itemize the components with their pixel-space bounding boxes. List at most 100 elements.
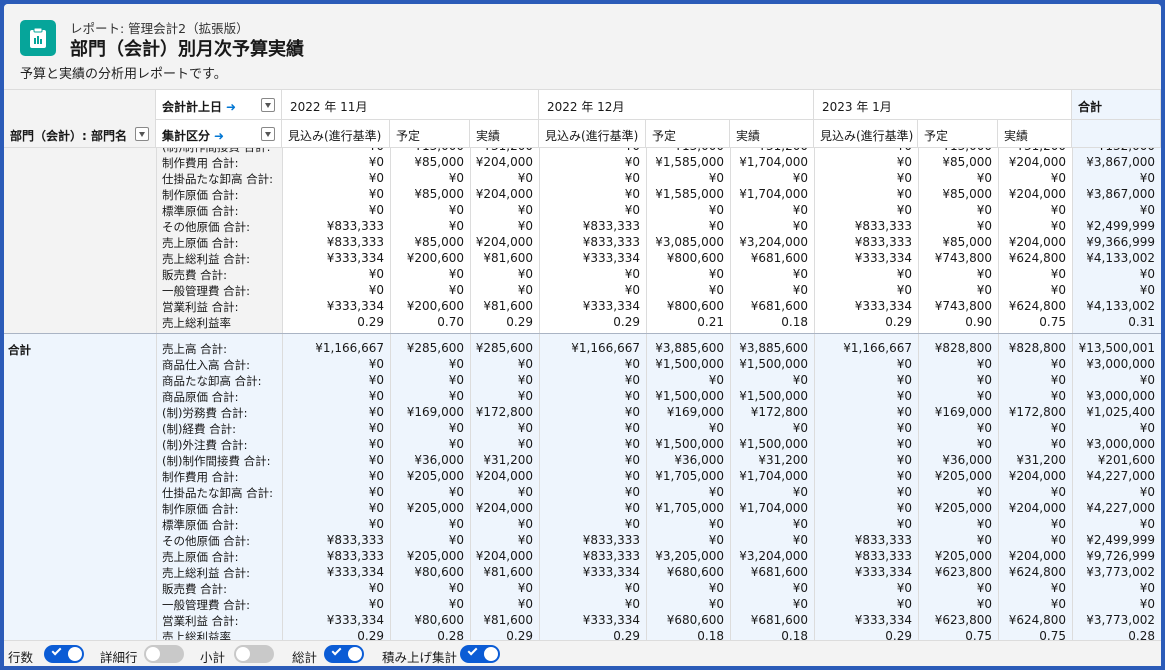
value-cell: ¥204,000	[475, 235, 533, 249]
value-cell: ¥0	[792, 171, 808, 185]
arrow-right-icon[interactable]: ➜	[226, 100, 236, 114]
value-cell: ¥0	[708, 597, 724, 611]
total-metric-header	[1072, 120, 1161, 148]
row-label: 売上原価 合計:	[162, 236, 239, 250]
toggle-switch[interactable]	[234, 645, 274, 663]
value-cell: ¥0	[448, 389, 464, 403]
table-row: 商品仕入高 合計: ¥0 ¥0 ¥0 ¥0 ¥1,500,000 ¥1,500,000 ¥0 ¥…	[4, 356, 1161, 372]
value-cell: ¥0	[708, 581, 724, 595]
metric-header-7[interactable]: 見込み(進行基準)	[814, 120, 918, 148]
value-cell: ¥0	[708, 219, 724, 233]
value-cell: ¥0	[624, 437, 640, 451]
toggle-knob	[348, 647, 362, 661]
value-cell: ¥31,200	[998, 148, 1066, 153]
value-cell: ¥1,500,000	[739, 437, 808, 451]
corner-header	[4, 90, 156, 120]
toggle-knob	[236, 647, 250, 661]
value-cell: ¥0	[368, 171, 384, 185]
value-cell: ¥3,000,000	[1086, 437, 1155, 451]
value-cell: ¥0	[976, 581, 992, 595]
value-cell: ¥0	[1139, 283, 1155, 297]
metric-header-6[interactable]: 実績	[730, 120, 814, 148]
value-cell: ¥3,000,000	[1086, 357, 1155, 371]
value-cell: ¥0	[368, 405, 384, 419]
value-cell: ¥0	[1050, 219, 1066, 233]
row-field-header[interactable]: 部門（会計）: 部門名	[4, 120, 156, 148]
table-row: 販売費 合計: ¥0 ¥0 ¥0 ¥0 ¥0 ¥0 ¥0 ¥0 ¥0 ¥0	[4, 580, 1161, 596]
row-label: 制作費用 合計:	[162, 470, 239, 484]
value-cell: 0.18	[697, 629, 724, 640]
table-row: 売上総利益 合計: ¥333,334 ¥80,600 ¥81,600 ¥333,334 ¥…	[4, 564, 1161, 580]
value-cell: ¥0	[624, 517, 640, 531]
value-cell: ¥3,773,002	[1086, 613, 1155, 627]
value-cell: ¥0	[1139, 267, 1155, 281]
value-cell: ¥0	[517, 485, 533, 499]
value-cell: ¥624,800	[1008, 251, 1066, 265]
metric-header-3[interactable]: 実績	[470, 120, 539, 148]
value-cell: ¥0	[1050, 283, 1066, 297]
table-row: (制)制作間接費 合計: ¥0 ¥36,000 ¥31,200 ¥0 ¥36,000 ¥31…	[4, 452, 1161, 468]
metric-header-1[interactable]: 見込み(進行基準)	[282, 120, 390, 148]
value-cell: ¥0	[792, 517, 808, 531]
sub-field-label: 集計区分	[162, 129, 211, 143]
table-row: 商品たな卸高 合計: ¥0 ¥0 ¥0 ¥0 ¥0 ¥0 ¥0 ¥0 ¥0 ¥0	[4, 372, 1161, 388]
value-cell: ¥333,334	[854, 251, 912, 265]
value-cell: ¥81,600	[483, 299, 533, 313]
value-cell: ¥0	[976, 373, 992, 387]
value-cell: ¥0	[1050, 597, 1066, 611]
value-cell: ¥333,334	[326, 251, 384, 265]
toggle-switch[interactable]	[44, 645, 84, 663]
page-title: 部門（会計）別月次予算実績	[70, 39, 304, 60]
col-field-header[interactable]: 会計計上日 ➜	[156, 90, 282, 120]
table-row: その他原価 合計: ¥833,333 ¥0 ¥0 ¥833,333 ¥0 ¥0 ¥833,33…	[4, 218, 1161, 234]
table-row: 制作原価 合計: ¥0 ¥85,000 ¥204,000 ¥0 ¥1,585,000 ¥1,…	[4, 186, 1161, 202]
value-cell: ¥13,500,001	[1078, 341, 1155, 355]
matrix-report-grid: 会計計上日 ➜ 2022 年 11月 2022 年 12月 2023 年 1月 合…	[4, 90, 1161, 640]
toggle-label: 詳細行	[100, 650, 138, 665]
value-cell: ¥680,600	[666, 613, 724, 627]
value-cell: ¥204,000	[1008, 235, 1066, 249]
sub-field-header[interactable]: 集計区分 ➜	[156, 120, 282, 148]
value-cell: ¥0	[517, 283, 533, 297]
metric-header-2[interactable]: 予定	[390, 120, 470, 148]
value-cell: ¥623,800	[934, 565, 992, 579]
group-section: (制)制作間接費 合計:¥0¥13,000¥31,200¥0¥13,000¥31…	[4, 148, 1161, 334]
table-row: 売上総利益 合計: ¥333,334 ¥200,600 ¥81,600 ¥333,334…	[4, 250, 1161, 266]
value-cell: ¥0	[368, 597, 384, 611]
toggle-switch[interactable]	[460, 645, 500, 663]
value-cell: ¥132,000	[1072, 148, 1155, 153]
column-menu-icon[interactable]	[135, 127, 149, 141]
metric-header-9[interactable]: 実績	[998, 120, 1072, 148]
table-row: 仕掛品たな卸高 合計: ¥0 ¥0 ¥0 ¥0 ¥0 ¥0 ¥0 ¥0 ¥0 ¥0	[4, 170, 1161, 186]
value-cell: ¥0	[896, 581, 912, 595]
table-row: 営業利益 合計: ¥333,334 ¥80,600 ¥81,600 ¥333,334 ¥6…	[4, 612, 1161, 628]
value-cell: ¥0	[896, 187, 912, 201]
value-cell: ¥0	[708, 421, 724, 435]
table-row: 制作費用 合計: ¥0 ¥85,000 ¥204,000 ¥0 ¥1,585,000 ¥1,…	[4, 154, 1161, 170]
metric-header-4[interactable]: 見込み(進行基準)	[539, 120, 646, 148]
value-cell: 0.70	[437, 315, 464, 329]
value-cell: ¥0	[624, 453, 640, 467]
toggle-switch[interactable]	[324, 645, 364, 663]
value-cell: ¥0	[1050, 389, 1066, 403]
column-menu-icon[interactable]	[261, 98, 275, 112]
metric-header-5[interactable]: 予定	[646, 120, 730, 148]
column-menu-icon[interactable]	[261, 127, 275, 141]
value-cell: ¥31,200	[483, 453, 533, 467]
value-cell: ¥0	[448, 581, 464, 595]
value-cell: ¥0	[1050, 437, 1066, 451]
value-cell: ¥0	[517, 597, 533, 611]
value-cell: ¥80,600	[414, 613, 464, 627]
arrow-right-icon[interactable]: ➜	[214, 129, 224, 143]
value-cell: ¥333,334	[326, 565, 384, 579]
value-cell: ¥0	[624, 187, 640, 201]
value-cell: ¥285,600	[475, 341, 533, 355]
value-cell: ¥0	[517, 373, 533, 387]
value-cell: ¥200,600	[406, 251, 464, 265]
value-cell: ¥31,200	[730, 148, 808, 153]
toggle-switch[interactable]	[144, 645, 184, 663]
value-cell: ¥0	[624, 581, 640, 595]
value-cell: ¥285,600	[406, 341, 464, 355]
table-row: 商品原価 合計: ¥0 ¥0 ¥0 ¥0 ¥1,500,000 ¥1,500,000 ¥0 ¥0…	[4, 388, 1161, 404]
metric-header-8[interactable]: 予定	[918, 120, 998, 148]
